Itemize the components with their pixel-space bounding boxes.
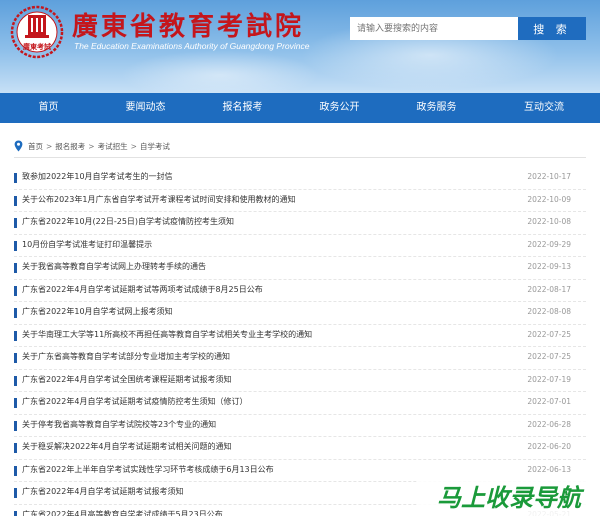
nav-item-registration[interactable]: 报名报考 <box>194 93 291 123</box>
article-row: 关于稳妥解决2022年4月自学考试延期考试相关问题的通知 2022-06-20 <box>14 437 586 460</box>
article-row: 广东省2022年10月自学考试网上报考须知 2022-08-08 <box>14 302 586 325</box>
article-date: 2022-07-25 <box>527 329 571 339</box>
bullet-bar <box>14 285 17 296</box>
watermark-logo: 马上收录导航 <box>418 478 600 516</box>
breadcrumb-link-home[interactable]: 首页 <box>28 141 43 152</box>
bullet-bar <box>14 398 17 408</box>
article-row: 关于我省高等教育自学考试网上办理转考手续的通告 2022-09-13 <box>14 257 586 280</box>
breadcrumb-current: 自学考试 <box>139 141 170 151</box>
article-date: 2022-10-09 <box>527 194 571 204</box>
article-title-link[interactable]: 广东省2022年10月(22日-25日)自学考试疫情防控考生须知 <box>22 215 234 229</box>
article-row: 致参加2022年10月自学考试考生的一封信 2022-10-17 <box>14 167 586 190</box>
article-title-link[interactable]: 10月份自学考试准考证打印温馨提示 <box>22 238 152 252</box>
article-title-link[interactable]: 广东省2022年4月自学考试延期考试报考须知 <box>22 485 183 499</box>
article-title-link[interactable]: 关于公布2023年1月广东省自学考试开考课程考试时间安排和使用教材的通知 <box>22 193 295 207</box>
article-date: 2022-07-25 <box>527 352 571 361</box>
bullet-bar <box>14 420 17 431</box>
article-date: 2022-06-20 <box>527 442 571 451</box>
article-date: 2022-07-19 <box>527 374 571 384</box>
breadcrumb-separator: > <box>130 141 137 151</box>
article-row: 广东省2022年4月自学考试延期考试疫情防控考生须知（修订） 2022-07-01 <box>14 392 586 415</box>
article-row: 关于公布2023年1月广东省自学考试开考课程考试时间安排和使用教材的通知 2022… <box>14 190 586 212</box>
bullet-bar <box>14 465 17 476</box>
nav-item-gov-affairs[interactable]: 政务公开 <box>291 93 388 123</box>
site-header: 廣東考試 廣東省教育考試院 The Education Examinations… <box>0 0 600 93</box>
site-logo-icon[interactable]: 廣東考試 <box>10 5 64 59</box>
bullet-bar <box>14 488 17 498</box>
breadcrumb-divider <box>14 157 586 158</box>
breadcrumb-link-exams[interactable]: 考试招生 <box>98 141 128 152</box>
main-nav: 首页 要闻动态 报名报考 政务公开 政务服务 互动交流 <box>0 93 600 123</box>
article-title-link[interactable]: 广东省2022年4月自学考试延期考试等两项考试成绩于8月25日公布 <box>22 283 263 297</box>
article-date: 2022-06-13 <box>527 464 571 474</box>
article-row: 10月份自学考试准考证打印温馨提示 2022-09-29 <box>14 235 586 257</box>
bullet-bar <box>14 510 17 516</box>
nav-item-news[interactable]: 要闻动态 <box>97 93 194 123</box>
article-title-link[interactable]: 关于广东省高等教育自学考试部分专业增加主考学校的通知 <box>22 350 230 364</box>
nav-item-gov-services[interactable]: 政务服务 <box>388 93 485 123</box>
breadcrumb-link-registration[interactable]: 报名报考 <box>55 141 85 152</box>
bullet-bar <box>14 375 17 386</box>
article-date: 2022-10-17 <box>527 172 571 181</box>
article-title-link[interactable]: 广东省2022年4月自学考试全国统考课程延期考试报考须知 <box>22 373 231 387</box>
article-date: 2022-08-17 <box>527 284 571 294</box>
bullet-bar <box>14 240 17 251</box>
article-row: 广东省2022年10月(22日-25日)自学考试疫情防控考生须知 2022-10-… <box>14 212 586 235</box>
article-row: 广东省2022年4月自学考试全国统考课程延期考试报考须知 2022-07-19 <box>14 370 586 392</box>
article-title-link[interactable]: 关于稳妥解决2022年4月自学考试延期考试相关问题的通知 <box>22 440 231 454</box>
search-button[interactable]: 搜 索 <box>518 17 586 40</box>
article-date: 2022-10-08 <box>527 217 571 226</box>
location-pin-icon <box>14 140 23 152</box>
site-title: 廣東省教育考試院 <box>72 12 305 42</box>
header-cloud-decoration <box>120 50 320 93</box>
nav-item-interaction[interactable]: 互动交流 <box>485 93 600 123</box>
bullet-bar <box>14 218 17 228</box>
logo-text: 廣東考試 <box>22 42 51 51</box>
article-title-link[interactable]: 致参加2022年10月自学考试考生的一封信 <box>22 170 173 184</box>
bullet-bar <box>14 173 17 183</box>
watermark-text: 马上收录导航 <box>437 484 585 512</box>
article-row: 广东省2022年4月自学考试延期考试等两项考试成绩于8月25日公布 2022-08… <box>14 280 586 302</box>
article-row: 关于广东省高等教育自学考试部分专业增加主考学校的通知 2022-07-25 <box>14 347 586 370</box>
article-title-link[interactable]: 关于华南理工大学等11所高校不再担任高等教育自学考试相关专业主考学校的通知 <box>22 328 312 342</box>
article-row: 关于华南理工大学等11所高校不再担任高等教育自学考试相关专业主考学校的通知 202… <box>14 325 586 347</box>
article-title-link[interactable]: 广东省2022年4月高等教育自学考试成绩于5月23日公布 <box>22 508 223 516</box>
search-input[interactable] <box>350 17 518 40</box>
article-date: 2022-09-13 <box>527 262 571 271</box>
article-row: 关于停考我省高等教育自学考试院校等23个专业的通知 2022-06-28 <box>14 415 586 437</box>
bullet-bar <box>14 443 17 453</box>
article-title-link[interactable]: 广东省2022年10月自学考试网上报考须知 <box>22 305 173 319</box>
breadcrumb: 首页 > 报名报考 > 考试招生 > 自学考试 <box>14 139 170 153</box>
article-date: 2022-09-29 <box>527 239 571 249</box>
article-title-link[interactable]: 关于停考我省高等教育自学考试院校等23个专业的通知 <box>22 418 216 432</box>
breadcrumb-separator: > <box>88 141 95 151</box>
bullet-bar <box>14 353 17 363</box>
nav-item-home[interactable]: 首页 <box>0 93 97 123</box>
site-subtitle: The Education Examinations Authority of … <box>74 41 310 51</box>
article-title-link[interactable]: 广东省2022年上半年自学考试实践性学习环节考核成绩于6月13日公布 <box>22 463 274 477</box>
article-list: 致参加2022年10月自学考试考生的一封信 2022-10-17 关于公布2023… <box>14 167 586 516</box>
article-date: 2022-08-08 <box>527 307 571 316</box>
breadcrumb-separator: > <box>46 141 53 151</box>
article-title-link[interactable]: 广东省2022年4月自学考试延期考试疫情防控考生须知（修订） <box>22 395 247 409</box>
article-date: 2022-06-28 <box>527 419 571 429</box>
article-title-link[interactable]: 关于我省高等教育自学考试网上办理转考手续的通告 <box>22 260 206 274</box>
article-date: 2022-07-01 <box>527 397 571 406</box>
bullet-bar <box>14 263 17 273</box>
bullet-bar <box>14 195 17 206</box>
bullet-bar <box>14 308 17 318</box>
bullet-bar <box>14 330 17 341</box>
